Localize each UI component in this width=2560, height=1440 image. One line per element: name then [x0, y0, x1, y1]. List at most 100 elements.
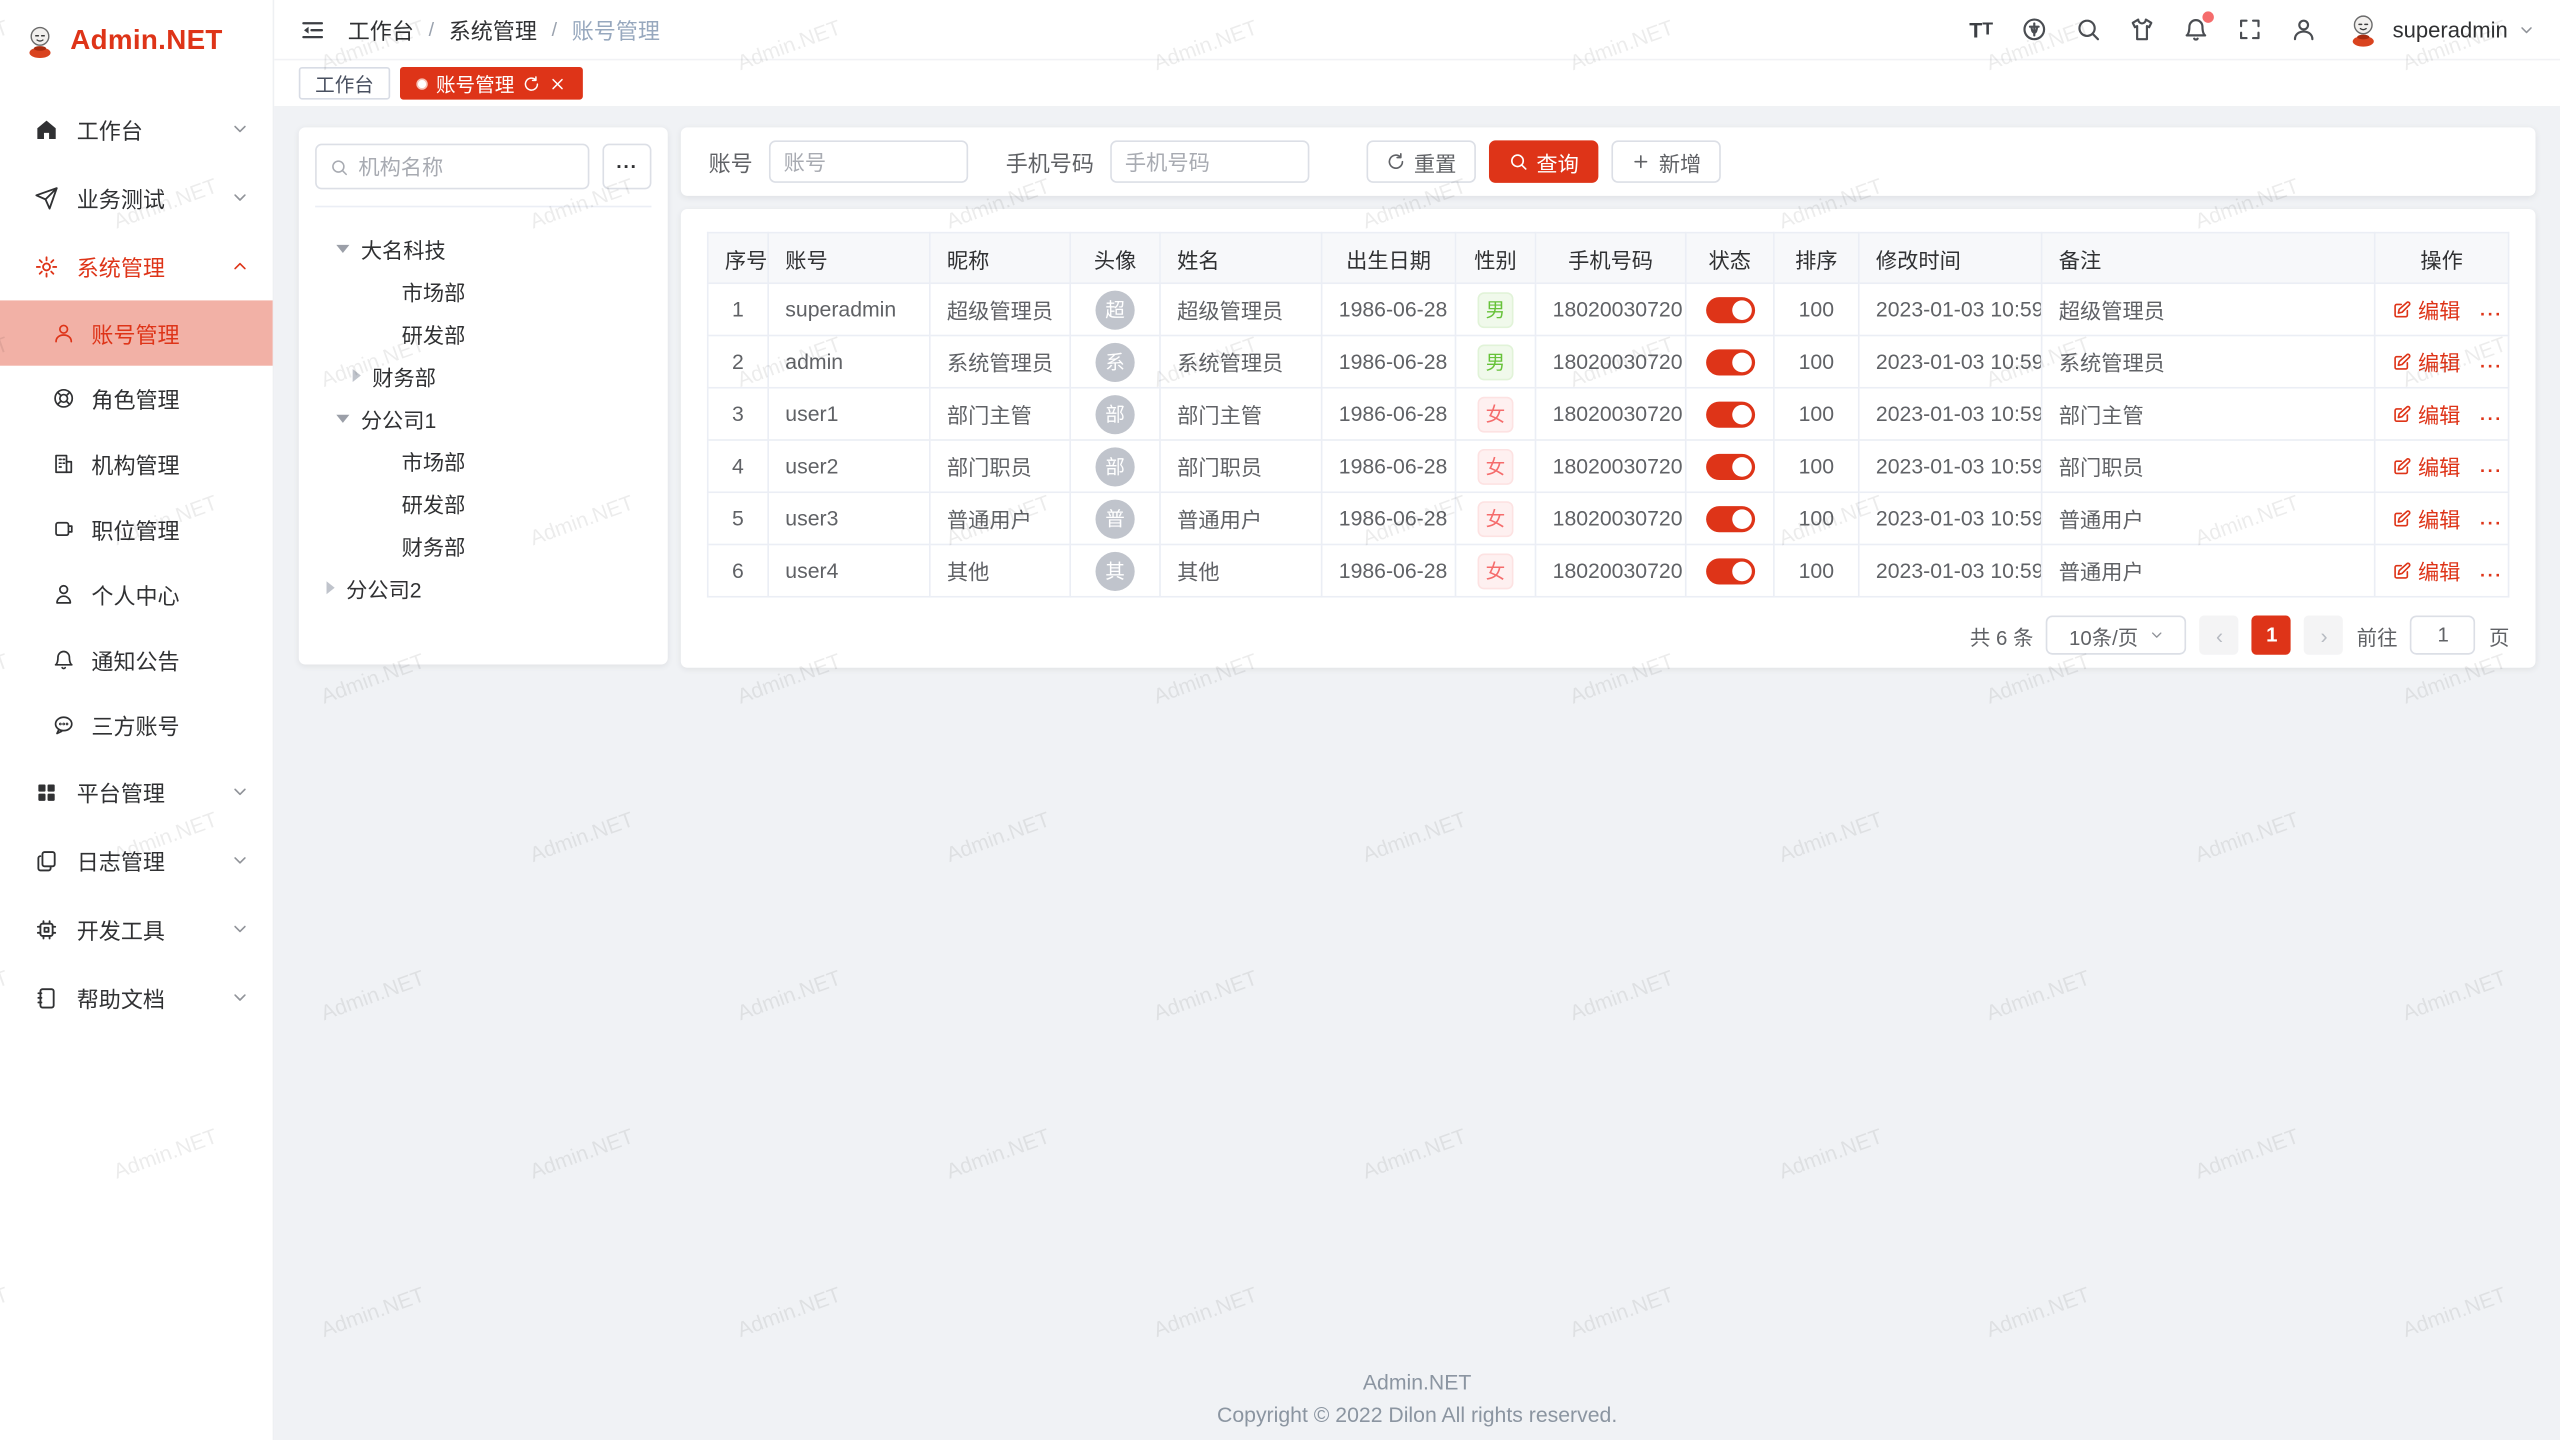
status-toggle[interactable] [1705, 454, 1754, 480]
edit-button[interactable]: 编辑 [2392, 346, 2461, 377]
refresh-icon[interactable] [522, 74, 540, 92]
logo[interactable]: Admin.NET [0, 0, 273, 82]
theme-shirt-icon[interactable] [2130, 16, 2156, 42]
tree-node[interactable]: 市场部 [315, 269, 651, 311]
sidebar-item-org-management[interactable]: 机构管理 [0, 431, 273, 496]
edit-button[interactable]: 编辑 [2392, 555, 2461, 586]
edit-button[interactable]: 编辑 [2392, 294, 2461, 325]
sidebar-item-platform-management[interactable]: 平台管理 [0, 758, 273, 827]
sidebar-item-position-management[interactable]: 职位管理 [0, 496, 273, 561]
page-size-select[interactable]: 10条/页 [2046, 616, 2186, 655]
edit-icon [2392, 509, 2412, 529]
tree-node[interactable]: 市场部 [315, 439, 651, 481]
sidebar-item-notice[interactable]: 通知公告 [0, 627, 273, 692]
tree-node[interactable]: 分公司2 [315, 567, 651, 609]
org-more-button[interactable]: ... [602, 144, 651, 190]
search-icon[interactable] [2076, 16, 2102, 42]
tree-node[interactable]: 财务部 [315, 354, 651, 396]
footer-title: Admin.NET [274, 1370, 2560, 1394]
sidebar-item-dev-tools[interactable]: 开发工具 [0, 895, 273, 964]
tab-account-management[interactable]: 账号管理 [400, 67, 583, 100]
edit-button[interactable]: 编辑 [2392, 398, 2461, 429]
breadcrumb-item-current: 账号管理 [572, 13, 660, 46]
edit-icon [2392, 404, 2412, 424]
breadcrumb-item[interactable]: 工作台 [348, 13, 414, 46]
table-row: 3 user1 部门主管 部 部门主管 1986-06-28 女 1802003… [708, 388, 2509, 440]
sidebar-item-third-party-account[interactable]: 三方账号 [0, 692, 273, 757]
language-icon[interactable] [2022, 16, 2048, 42]
table-header-row: 序号 账号 昵称 头像 姓名 出生日期 性别 手机号码 状态 排序 修改时间 [708, 233, 2509, 284]
tree-node[interactable]: 研发部 [315, 312, 651, 354]
chevron-down-icon [2148, 627, 2164, 643]
footer: Admin.NET Copyright © 2022 Dilon All rig… [274, 1370, 2560, 1427]
tab-workbench[interactable]: 工作台 [299, 67, 390, 100]
font-size-icon[interactable]: TT [1968, 16, 1994, 42]
phone-input[interactable] [1110, 140, 1309, 182]
breadcrumb-item[interactable]: 系统管理 [449, 13, 537, 46]
goto-label: 前往 [2357, 620, 2398, 651]
tree-node[interactable]: 财务部 [315, 524, 651, 566]
chevron-up-icon [230, 256, 250, 276]
sidebar-item-personal-center[interactable]: 个人中心 [0, 562, 273, 627]
caret-right-icon[interactable] [353, 369, 361, 382]
account-input[interactable] [769, 140, 968, 182]
fullscreen-icon[interactable] [2237, 16, 2263, 42]
status-toggle[interactable] [1705, 297, 1754, 323]
caret-down-icon[interactable] [336, 414, 349, 422]
tree-node[interactable]: 研发部 [315, 482, 651, 524]
send-icon [34, 185, 58, 209]
more-actions-button[interactable]: ··· [2480, 513, 2503, 533]
table-row: 6 user4 其他 其 其他 1986-06-28 女 18020030720… [708, 544, 2509, 596]
status-toggle[interactable] [1705, 558, 1754, 584]
more-actions-button[interactable]: ··· [2480, 304, 2503, 324]
avatar: 部 [1096, 394, 1135, 433]
goto-page-input[interactable] [2411, 616, 2476, 655]
breadcrumb-separator: / [429, 18, 434, 41]
current-page[interactable]: 1 [2252, 616, 2291, 655]
more-actions-button[interactable]: ··· [2480, 566, 2503, 586]
more-actions-button[interactable]: ··· [2480, 461, 2503, 481]
gender-badge: 女 [1478, 500, 1514, 536]
org-search-input[interactable] [358, 154, 574, 178]
sidebar-item-business-test[interactable]: 业务测试 [0, 163, 273, 232]
user-menu[interactable]: superadmin [2345, 11, 2535, 49]
sidebar-item-account-management[interactable]: 账号管理 [0, 300, 273, 365]
status-toggle[interactable] [1705, 349, 1754, 375]
more-actions-button[interactable]: ··· [2480, 357, 2503, 377]
more-actions-button[interactable]: ··· [2480, 409, 2503, 429]
content: ... 大名科技 市场部 研发部 财务部 分公司1 市场部 研发部 财务部 分公… [274, 108, 2560, 1440]
filter-bar: 账号 手机号码 重置 查询 新增 [681, 127, 2536, 196]
table-row: 5 user3 普通用户 普 普通用户 1986-06-28 女 1802003… [708, 492, 2509, 544]
sidebar-item-workbench[interactable]: 工作台 [0, 95, 273, 164]
sidebar: Admin.NET 工作台 业务测试 系统管理 账号管理 [0, 0, 274, 1440]
table-row: 4 user2 部门职员 部 部门职员 1986-06-28 女 1802003… [708, 440, 2509, 492]
notification-badge [2203, 11, 2214, 22]
tree-node[interactable]: 分公司1 [315, 397, 651, 439]
edit-button[interactable]: 编辑 [2392, 451, 2461, 482]
sidebar-item-role-management[interactable]: 角色管理 [0, 366, 273, 431]
table-row: 2 admin 系统管理员 系 系统管理员 1986-06-28 男 18020… [708, 336, 2509, 388]
caret-down-icon[interactable] [336, 244, 349, 252]
search-button[interactable]: 查询 [1489, 140, 1598, 182]
caret-right-icon[interactable] [327, 581, 335, 594]
sidebar-item-log-management[interactable]: 日志管理 [0, 826, 273, 895]
edit-icon [2392, 300, 2412, 320]
menu-fold-icon[interactable] [299, 16, 327, 44]
tree-node[interactable]: 大名科技 [315, 227, 651, 269]
sidebar-item-help-docs[interactable]: 帮助文档 [0, 963, 273, 1032]
breadcrumb: 工作台 / 系统管理 / 账号管理 [348, 13, 660, 46]
close-icon[interactable] [549, 74, 567, 92]
prev-page-button[interactable]: ‹ [2200, 616, 2239, 655]
notification-bell-icon[interactable] [2184, 16, 2210, 42]
edit-button[interactable]: 编辑 [2392, 503, 2461, 534]
next-page-button[interactable]: › [2304, 616, 2343, 655]
status-toggle[interactable] [1705, 401, 1754, 427]
chevron-down-icon [230, 782, 250, 802]
status-toggle[interactable] [1705, 506, 1754, 532]
edit-icon [2392, 561, 2412, 581]
reset-button[interactable]: 重置 [1367, 140, 1476, 182]
profile-icon[interactable] [2291, 16, 2317, 42]
sidebar-item-system-management[interactable]: 系统管理 [0, 232, 273, 301]
add-button[interactable]: 新增 [1611, 140, 1720, 182]
gender-badge: 男 [1478, 291, 1514, 327]
